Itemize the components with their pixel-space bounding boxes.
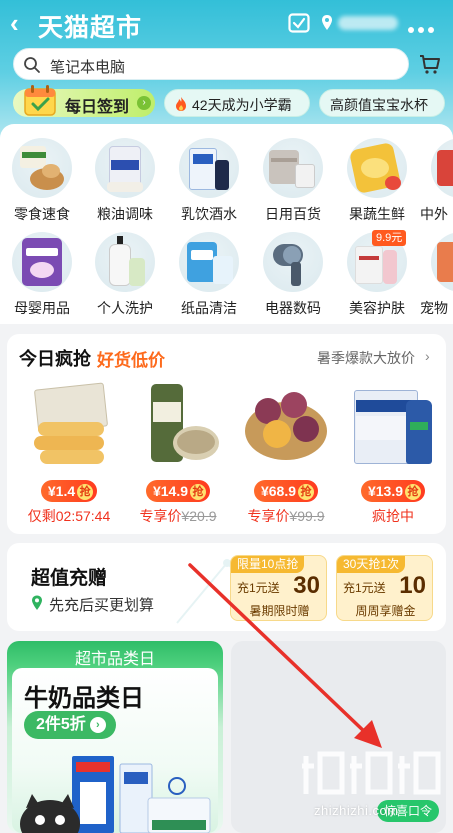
more-icon[interactable] <box>408 20 438 33</box>
title-bar: ‹ 天猫超市 <box>0 0 453 46</box>
product-price: ¥14.9 抢 <box>145 480 211 502</box>
household-icon <box>263 138 323 198</box>
milk-drinks-icon <box>179 138 239 198</box>
grain-oil-icon <box>95 138 155 198</box>
category-pet[interactable]: 宠物 <box>420 232 453 318</box>
watermark-logo <box>302 751 441 795</box>
activity-tags: 每日签到 › 42天成为小学霸 高颜值宝宝水杯 <box>0 85 453 119</box>
product-note: 专享价¥99.9 <box>247 508 325 524</box>
personal-care-icon <box>95 232 155 292</box>
category-day-title: 牛奶品类日 <box>24 685 144 712</box>
page-title: 天猫超市 <box>38 14 143 42</box>
product-note: 疯抢中 <box>372 508 414 524</box>
product-image-tsingtao-beer <box>348 382 438 472</box>
category-day-content: 牛奶品类日 2件5折 › <box>12 668 218 833</box>
product-price: ¥13.9 抢 <box>360 480 426 502</box>
snacks-icon <box>12 138 72 198</box>
category-household[interactable]: 日用百货 <box>252 138 334 224</box>
fresh-produce-icon <box>347 138 407 198</box>
category-day-header: 超市品类日 <box>74 651 155 668</box>
category-snacks[interactable]: 零食速食 <box>1 138 83 224</box>
flash-sale-more-link[interactable]: 暑季爆款大放价 <box>317 348 415 368</box>
product-card[interactable]: ¥13.9 抢 疯抢中 <box>340 382 446 532</box>
flash-sale-subtitle: 好货低价 <box>97 351 165 370</box>
milk-products-image <box>20 756 211 833</box>
category-panel: 零食速食 粮油调味 乳饮酒水 日用百货 果蔬生鲜 中外 母婴用品 个人洗护 纸品… <box>0 124 453 324</box>
chevron-right-icon[interactable]: › <box>425 348 435 364</box>
back-icon[interactable]: ‹ <box>10 10 32 36</box>
search-input[interactable]: 笔记本电脑 <box>50 56 125 77</box>
product-image-plums <box>241 382 331 472</box>
search-icon <box>24 57 40 73</box>
category-baby-products[interactable]: 母婴用品 <box>1 232 83 318</box>
recharge-coupon[interactable]: 30天抢1次 充1元送 10 周周享赠金 <box>336 555 433 621</box>
category-personal-care[interactable]: 个人洗护 <box>84 232 166 318</box>
category-imported[interactable]: 中外 <box>420 138 453 224</box>
category-appliances[interactable]: 电器数码 <box>252 232 334 318</box>
chevron-right-icon: › <box>137 96 151 110</box>
chevron-right-icon: › <box>89 717 106 733</box>
daily-signin-button[interactable]: 每日签到 › <box>13 85 155 117</box>
product-image-wafer-rolls <box>24 382 114 472</box>
challenge-tag[interactable]: 42天成为小学霸 <box>164 89 310 117</box>
product-price: ¥1.4 抢 <box>40 480 98 502</box>
recharge-section[interactable]: 超值充赠 先充后买更划算 限量10点抢 充1元送 30 暑期限时赠 30天抢1次… <box>7 543 446 631</box>
recharge-coupon[interactable]: 限量10点抢 充1元送 30 暑期限时赠 <box>230 555 327 621</box>
product-image-seasoning <box>133 382 223 472</box>
location-icon[interactable] <box>321 14 333 32</box>
flash-sale-title: 今日疯抢 <box>19 349 91 369</box>
pet-icon <box>431 232 453 292</box>
signin-label: 每日签到 <box>65 99 130 116</box>
appliances-icon <box>263 232 323 292</box>
recharge-title: 超值充赠 <box>31 568 108 589</box>
calendar-icon <box>24 85 56 116</box>
product-card[interactable]: ¥1.4 抢 仅剩02:57:44 <box>16 382 122 532</box>
price-badge: 9.9元 <box>372 230 407 246</box>
location-icon <box>32 595 42 610</box>
baby-products-icon <box>12 232 72 292</box>
flash-sale-section: 今日疯抢 好货低价 暑季爆款大放价 › ¥1.4 抢 仅剩02:57:44 ¥14… <box>7 334 446 534</box>
promo-tag[interactable]: 高颜值宝宝水杯 <box>319 89 445 117</box>
category-paper-cleaning[interactable]: 纸品清洁 <box>168 232 250 318</box>
fire-icon <box>176 97 186 111</box>
search-bar[interactable]: 笔记本电脑 <box>13 48 409 80</box>
paper-cleaning-icon <box>179 232 239 292</box>
cart-icon[interactable] <box>418 52 442 76</box>
category-fresh-produce[interactable]: 果蔬生鲜 <box>336 138 418 224</box>
checklist-icon[interactable] <box>288 13 310 33</box>
category-skincare[interactable]: 9.9元 美容护肤 <box>336 230 418 318</box>
deal-button[interactable]: 2件5折 › <box>24 711 116 739</box>
category-day-card[interactable]: 超市品类日 牛奶品类日 2件5折 › <box>7 641 223 833</box>
recharge-subtitle: 先充后买更划算 <box>49 597 155 614</box>
location-text-blurred[interactable] <box>338 16 398 30</box>
watermark-text: zhizhizhi.com <box>314 803 399 818</box>
imported-icon <box>431 138 453 198</box>
product-note: 专享价¥20.9 <box>139 508 217 524</box>
category-milk-drinks[interactable]: 乳饮酒水 <box>168 138 250 224</box>
promo-label: 高颜值宝宝水杯 <box>330 97 428 113</box>
product-card[interactable]: ¥14.9 抢 专享价¥20.9 <box>125 382 231 532</box>
product-note: 仅剩02:57:44 <box>27 508 111 524</box>
product-card[interactable]: ¥68.9 抢 专享价¥99.9 <box>233 382 339 532</box>
challenge-label: 42天成为小学霸 <box>192 97 292 113</box>
product-price: ¥68.9 抢 <box>253 480 319 502</box>
category-grain-oil[interactable]: 粮油调味 <box>84 138 166 224</box>
